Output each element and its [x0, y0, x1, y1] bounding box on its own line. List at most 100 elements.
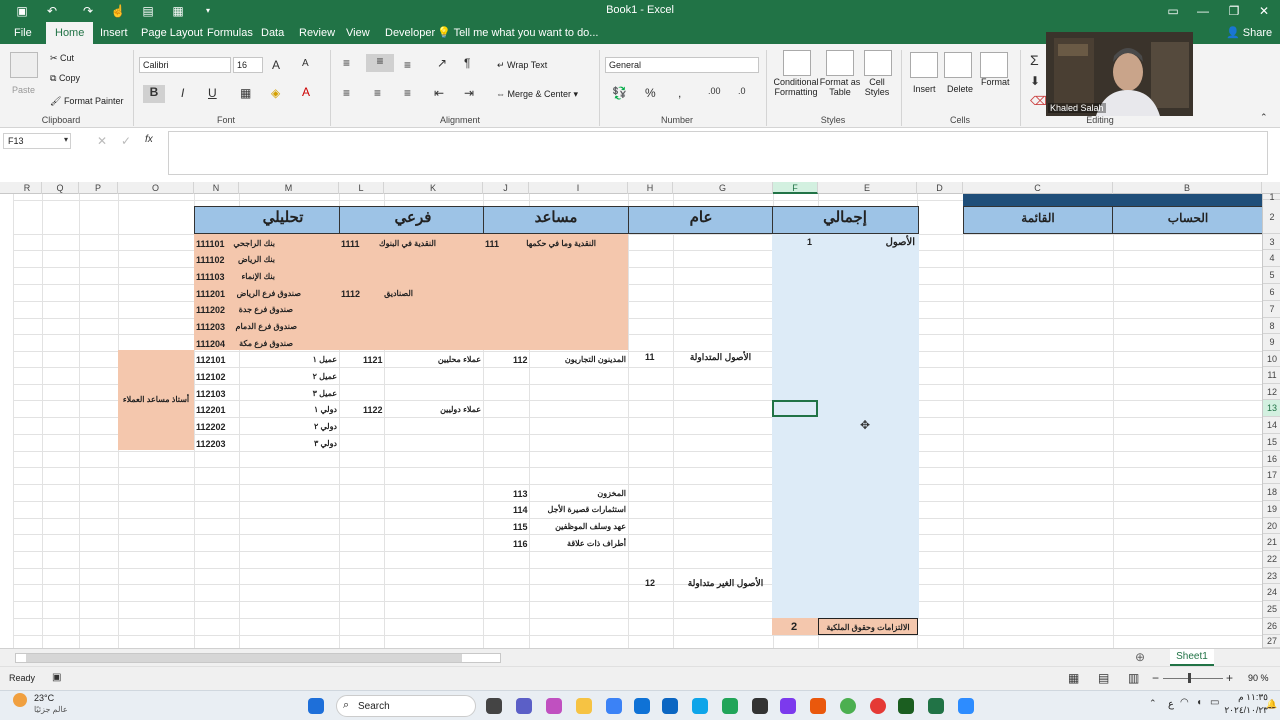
row-header[interactable]: 7 — [1263, 301, 1280, 318]
app-icon[interactable] — [752, 698, 768, 714]
wrap-text-button[interactable]: ↵ Wrap Text — [497, 60, 547, 71]
orientation-icon[interactable]: ↗ — [437, 56, 447, 70]
ribbon-display-icon[interactable]: ▭ — [1163, 3, 1183, 19]
clock-time[interactable]: ١١:٣٥ م — [1218, 692, 1268, 703]
tab-data[interactable]: Data — [261, 22, 284, 44]
grow-font-icon[interactable]: A — [272, 58, 280, 72]
increase-decimal-icon[interactable]: .00 — [708, 86, 721, 96]
column-header[interactable]: H — [628, 182, 673, 194]
share-button[interactable]: 👤 Share — [1226, 22, 1272, 44]
underline-icon[interactable]: U — [208, 86, 217, 100]
column-header[interactable]: O — [118, 182, 194, 194]
tab-home[interactable]: Home — [46, 22, 94, 44]
column-header[interactable]: F — [773, 182, 818, 194]
zoom-slider-thumb[interactable] — [1188, 673, 1191, 683]
row-header[interactable]: 21 — [1263, 534, 1280, 551]
tab-insert[interactable]: Insert — [100, 22, 128, 44]
decrease-indent-icon[interactable]: ⇤ — [434, 86, 444, 100]
insert-cells-icon[interactable] — [910, 52, 938, 78]
delete-cells-button[interactable]: Delete — [947, 84, 973, 94]
row-header[interactable]: 2 — [1263, 200, 1280, 234]
align-left-icon[interactable]: ≡ — [343, 86, 350, 100]
borders-icon[interactable]: ▦ — [240, 86, 251, 100]
align-top-icon[interactable]: ≡ — [343, 56, 350, 70]
text-direction-icon[interactable]: ¶ — [464, 56, 470, 70]
decrease-decimal-icon[interactable]: .0 — [738, 86, 746, 96]
tray-chevron-icon[interactable]: ⌃ — [1149, 698, 1157, 709]
store-icon[interactable] — [692, 698, 708, 714]
column-header[interactable]: M — [239, 182, 339, 194]
fill-icon[interactable]: ⬇ — [1030, 74, 1040, 88]
row-header[interactable]: 6 — [1263, 284, 1280, 301]
column-header[interactable]: J — [483, 182, 529, 194]
insert-function-icon[interactable]: fx — [145, 134, 153, 145]
start-icon[interactable] — [308, 698, 324, 714]
row-header[interactable]: 27 — [1263, 635, 1280, 648]
row-header[interactable]: 13 — [1263, 400, 1280, 417]
page-layout-view-icon[interactable]: ▤ — [1098, 671, 1109, 685]
row-header[interactable]: 19 — [1263, 501, 1280, 518]
format-cells-button[interactable]: Format — [981, 77, 1010, 87]
enter-icon[interactable]: ✓ — [121, 134, 131, 148]
number-format-combo[interactable]: General — [605, 57, 759, 73]
column-header[interactable]: D — [917, 182, 963, 194]
edge-icon[interactable] — [634, 698, 650, 714]
column-header[interactable]: Q — [42, 182, 79, 194]
row-header[interactable]: 8 — [1263, 318, 1280, 334]
tab-file[interactable]: File — [14, 22, 32, 44]
zoom-slider[interactable] — [1163, 678, 1223, 679]
row-header[interactable]: 22 — [1263, 551, 1280, 568]
cancel-icon[interactable]: ✕ — [97, 134, 107, 148]
percent-icon[interactable]: % — [645, 86, 656, 100]
autosum-icon[interactable]: Σ — [1030, 52, 1039, 68]
column-header[interactable]: I — [529, 182, 628, 194]
tab-page-layout[interactable]: Page Layout — [141, 22, 203, 44]
namebox-dropdown-icon[interactable]: ▾ — [64, 135, 68, 144]
worksheet-grid[interactable]: تحليلي فرعي مساعد عام إجمالي القائمة الح… — [13, 194, 1262, 648]
column-header[interactable]: N — [194, 182, 239, 194]
formula-input[interactable] — [168, 131, 1268, 175]
currency-icon[interactable]: 💱 — [612, 86, 627, 100]
notification-icon[interactable]: 🔔 — [1266, 699, 1277, 710]
row-header[interactable]: 20 — [1263, 518, 1280, 534]
align-middle-icon[interactable]: ≡ — [366, 54, 394, 72]
weather-icon[interactable] — [13, 693, 27, 707]
row-header[interactable]: 9 — [1263, 334, 1280, 351]
close-icon[interactable]: ✕ — [1254, 3, 1274, 19]
delete-cells-icon[interactable] — [944, 52, 972, 78]
macro-record-icon[interactable]: ▣ — [52, 672, 61, 683]
column-header[interactable]: R — [13, 182, 42, 194]
tell-me-box[interactable]: 💡 Tell me what you want to do... — [437, 22, 598, 44]
clock-date[interactable]: ٢٠٢٤/١٠/٢٣ — [1214, 705, 1268, 716]
page-break-view-icon[interactable]: ▥ — [1128, 671, 1139, 685]
speaker-icon[interactable]: ◖ — [1196, 697, 1202, 708]
row-header[interactable]: 16 — [1263, 451, 1280, 467]
italic-icon[interactable]: I — [181, 86, 184, 100]
tab-formulas[interactable]: Formulas — [207, 22, 253, 44]
format-as-table-icon[interactable] — [826, 50, 854, 76]
font-color-icon[interactable]: A — [302, 85, 310, 99]
row-header[interactable]: 24 — [1263, 584, 1280, 601]
normal-view-icon[interactable]: ▦ — [1068, 671, 1079, 685]
chrome-icon[interactable] — [870, 698, 886, 714]
zoom-icon[interactable] — [958, 698, 974, 714]
format-as-table-button[interactable]: Format as Table — [818, 77, 862, 97]
column-header[interactable]: P — [79, 182, 118, 194]
tab-developer[interactable]: Developer — [385, 22, 435, 44]
format-painter-button[interactable]: 🖌 Format Painter — [50, 96, 123, 107]
language-indicator[interactable]: ع — [1168, 699, 1174, 710]
minimize-icon[interactable]: — — [1193, 3, 1213, 19]
column-header[interactable]: B — [1113, 182, 1262, 194]
conditional-formatting-button[interactable]: Conditional Formatting — [771, 77, 821, 97]
column-header[interactable]: C — [963, 182, 1113, 194]
zoom-out-icon[interactable]: − — [1152, 671, 1159, 685]
app-icon[interactable] — [780, 698, 796, 714]
row-header[interactable]: 14 — [1263, 417, 1280, 434]
row-header[interactable]: 12 — [1263, 384, 1280, 400]
comma-icon[interactable]: , — [678, 86, 681, 100]
taskbar-search[interactable]: ⌕ Search — [336, 695, 476, 717]
paste-icon[interactable] — [10, 52, 38, 78]
file-explorer-icon[interactable] — [576, 698, 592, 714]
teams-icon[interactable] — [516, 698, 532, 714]
row-header[interactable]: 11 — [1263, 367, 1280, 384]
